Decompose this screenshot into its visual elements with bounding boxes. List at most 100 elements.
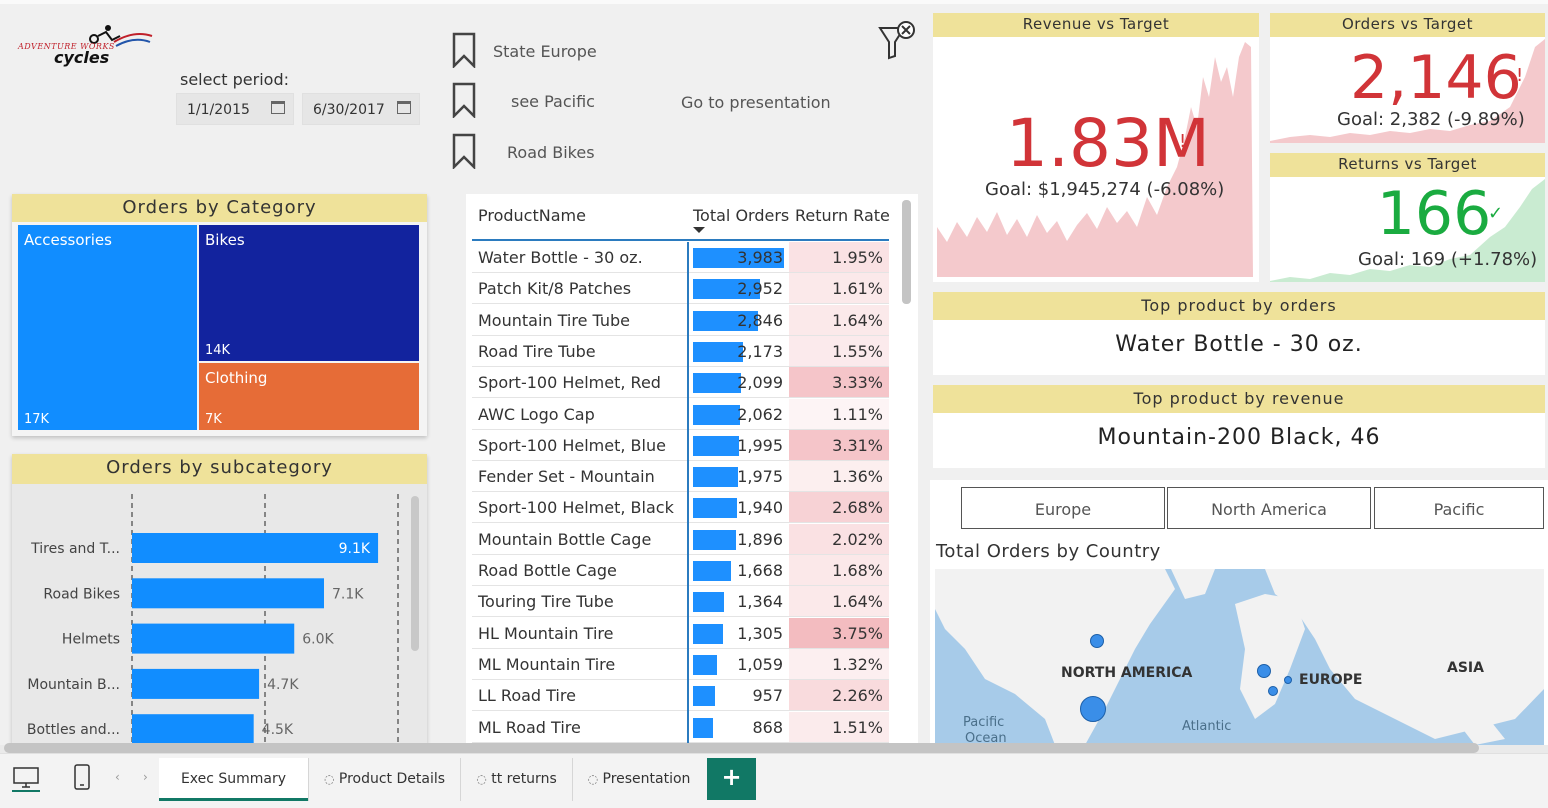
top-product-by-orders-card[interactable]: Top product by orders Water Bottle - 30 …	[933, 292, 1545, 375]
table-row[interactable]: Mountain Bottle Cage 1,896 2.02%	[472, 523, 889, 555]
calendar-icon[interactable]	[397, 101, 411, 114]
subcategory-bar[interactable]	[132, 578, 324, 609]
map-bubble[interactable]	[1090, 634, 1104, 648]
table-row[interactable]: Sport-100 Helmet, Blue 1,995 3.31%	[472, 429, 889, 461]
end-date-input[interactable]: 6/30/2017	[302, 93, 420, 125]
return-rate-cell: 3.75%	[832, 623, 883, 643]
product-name-cell: AWC Logo Cap	[478, 404, 595, 424]
region-slicer-north-america[interactable]: North America	[1167, 487, 1371, 529]
subcategory-bar[interactable]	[132, 668, 260, 699]
map-bubble[interactable]	[1268, 686, 1278, 696]
kpi-orders-vs-target[interactable]: Orders vs Target 2,146 ! Goal: 2,382 (-9…	[1270, 13, 1545, 143]
kpi-check-icon: ✓	[1488, 203, 1504, 224]
subcategory-bar[interactable]	[132, 623, 295, 654]
return-rate-cell: 1.61%	[832, 279, 883, 299]
period-label: select period:	[180, 70, 289, 89]
kpi-alert-icon: !	[1516, 65, 1524, 86]
total-orders-cell: 1,975	[737, 467, 783, 487]
table-row[interactable]: Touring Tire Tube 1,364 1.64%	[472, 586, 889, 618]
orders-data-bar	[693, 341, 743, 362]
bookmark-label: State Europe	[493, 42, 597, 61]
map-label-atlantic: Atlantic	[1182, 719, 1232, 734]
visual-title: Orders by Category	[12, 194, 427, 222]
kpi-revenue-vs-target[interactable]: Revenue vs Target 1.83M ! Goal: $1,945,2…	[933, 13, 1259, 282]
table-row[interactable]: Patch Kit/8 Patches 2,952 1.61%	[472, 273, 889, 305]
canvas-horizontal-scrollbar[interactable]	[4, 743, 1479, 753]
card-title: Top product by orders	[933, 292, 1545, 320]
product-name-cell: Mountain Bottle Cage	[478, 529, 652, 549]
product-name-cell: Mountain Tire Tube	[478, 310, 630, 330]
region-slicer-europe[interactable]: Europe	[961, 487, 1165, 529]
subcategory-bar-chart[interactable]: Tires and T... 9.1K Road Bikes 7.1K Helmets 6…	[12, 484, 412, 745]
bookmark-road-bikes[interactable]: Road Bikes	[452, 133, 752, 173]
orders-by-country-map[interactable]: NORTH AMERICA EUROPE ASIA Pacific Ocean …	[935, 569, 1544, 745]
table-row[interactable]: ML Road Tire 868 1.51%	[472, 711, 889, 743]
table-row[interactable]: Road Tire Tube 2,173 1.55%	[472, 335, 889, 367]
product-name-cell: Sport-100 Helmet, Red	[478, 373, 661, 393]
bookmark-state-europe[interactable]: State Europe	[452, 32, 752, 72]
top-product-by-revenue-card[interactable]: Top product by revenue Mountain-200 Blac…	[933, 385, 1545, 468]
start-date-input[interactable]: 1/1/2015	[176, 93, 294, 125]
total-orders-cell: 2,062	[737, 404, 783, 424]
table-row[interactable]: Sport-100 Helmet, Red 2,099 3.33%	[472, 367, 889, 399]
map-bubble[interactable]	[1257, 664, 1271, 678]
bookmark-icon	[452, 133, 476, 169]
table-row[interactable]: ML Mountain Tire 1,059 1.32%	[472, 648, 889, 680]
table-row[interactable]: Mountain Tire Tube 2,846 1.64%	[472, 304, 889, 336]
kpi-title: Revenue vs Target	[933, 13, 1259, 37]
add-page-button[interactable]: +	[707, 758, 756, 800]
visual-scrollbar[interactable]	[411, 496, 419, 651]
sort-descending-icon[interactable]	[693, 227, 705, 233]
product-name-cell: HL Mountain Tire	[478, 623, 614, 643]
treemap-tile-accessories[interactable]: Accessories 17K	[18, 225, 197, 430]
orders-data-bar	[693, 435, 739, 456]
subcategory-bar[interactable]	[132, 714, 254, 745]
map-label-asia: ASIA	[1447, 660, 1484, 676]
next-page-icon[interactable]: ›	[143, 770, 148, 784]
kpi-goal: Goal: 2,382 (-9.89%)	[1337, 109, 1525, 130]
bookmark-label: Road Bikes	[507, 143, 595, 162]
tab-tt-returns[interactable]: ◌ tt returns	[461, 758, 572, 801]
category-axis-label: Mountain B...	[27, 677, 120, 693]
table-scrollbar[interactable]	[902, 200, 911, 304]
map-bubble[interactable]	[1284, 676, 1292, 684]
bookmark-label: see Pacific	[511, 92, 595, 111]
product-name-cell: Sport-100 Helmet, Black	[478, 498, 674, 518]
tab-product-details[interactable]: ◌ Product Details	[309, 758, 460, 801]
prev-page-icon[interactable]: ‹	[115, 770, 120, 784]
tab-presentation[interactable]: ◌ Presentation	[573, 758, 705, 801]
return-rate-cell: 1.32%	[832, 654, 883, 674]
treemap-tile-clothing[interactable]: Clothing 7K	[199, 363, 419, 430]
kpi-returns-vs-target[interactable]: Returns vs Target 166 ✓ Goal: 169 (+1.78…	[1270, 153, 1545, 282]
table-row[interactable]: Sport-100 Helmet, Black 1,940 2.68%	[472, 492, 889, 524]
table-row[interactable]: Water Bottle - 30 oz. 3,983 1.95%	[472, 242, 889, 273]
return-rate-cell: 1.64%	[832, 310, 883, 330]
calendar-icon[interactable]	[271, 101, 285, 114]
card-value: Water Bottle - 30 oz.	[1115, 332, 1363, 357]
table-row[interactable]: Road Bottle Cage 1,668 1.68%	[472, 555, 889, 586]
column-header-product-name[interactable]: ProductName	[478, 206, 586, 225]
category-axis-label: Tires and T...	[30, 541, 120, 557]
table-row[interactable]: HL Mountain Tire 1,305 3.75%	[472, 617, 889, 649]
treemap-tile-bikes[interactable]: Bikes 14K	[199, 225, 419, 361]
mobile-view-icon[interactable]	[74, 764, 90, 790]
tab-exec-summary[interactable]: Exec Summary	[159, 758, 308, 801]
go-to-presentation-link[interactable]: Go to presentation	[681, 93, 831, 112]
product-name-cell: Road Bottle Cage	[478, 561, 617, 580]
category-axis-label: Road Bikes	[43, 586, 120, 602]
clear-filters-icon[interactable]	[878, 20, 918, 62]
orders-data-bar	[693, 467, 739, 488]
table-row[interactable]: Fender Set - Mountain 1,975 1.36%	[472, 461, 889, 493]
desktop-view-icon[interactable]	[12, 766, 40, 792]
region-slicer-pacific[interactable]: Pacific	[1374, 487, 1544, 529]
table-row[interactable]: LL Road Tire 957 2.26%	[472, 680, 889, 712]
map-label-pacific: Pacific	[963, 715, 1005, 730]
column-header-return-rate[interactable]: Return Rate	[795, 206, 890, 225]
total-orders-cell: 3,983	[737, 248, 783, 267]
table-row[interactable]: AWC Logo Cap 2,062 1.11%	[472, 398, 889, 430]
orders-by-category-visual[interactable]: Orders by Category Accessories 17K Bikes…	[12, 194, 427, 436]
column-header-total-orders[interactable]: Total Orders	[693, 206, 789, 225]
orders-by-subcategory-visual[interactable]: Orders by subcategory Tires and T... 9.1K…	[12, 454, 427, 745]
return-rate-cell: 1.51%	[832, 717, 883, 737]
map-bubble[interactable]	[1080, 696, 1106, 722]
